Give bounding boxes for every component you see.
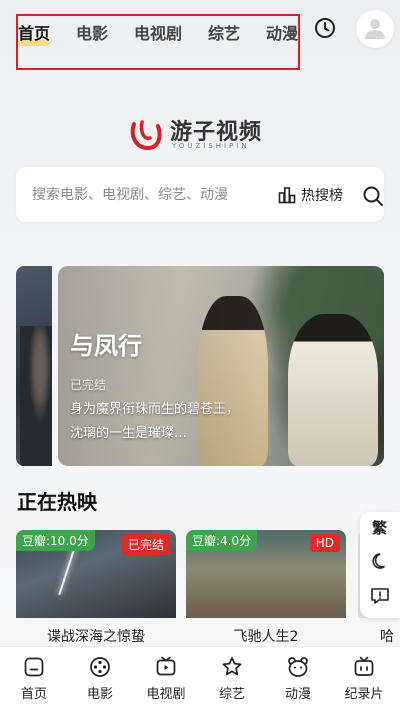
user-icon xyxy=(365,19,385,39)
banner-description: 身为魔界衔珠而生的碧苍王，沈璃的一生是璀璨… xyxy=(70,402,240,441)
hot-search-button[interactable]: 热搜榜 xyxy=(278,183,343,207)
movie-poster: 豆瓣:10.0分 已完结 xyxy=(16,530,176,618)
feedback-icon[interactable] xyxy=(370,586,390,606)
movie-card[interactable]: 豆瓣:10.0分 已完结 谍战深海之惊蛰 xyxy=(16,530,176,650)
poster-lightning xyxy=(58,546,76,596)
ranking-icon xyxy=(278,187,296,204)
tab-movie[interactable]: 电影 xyxy=(76,20,108,44)
tab-home[interactable]: 首页 xyxy=(18,20,51,46)
banner-slide[interactable]: 与凤行 已完结 身为魔界衔珠而生的碧苍王，沈璃的一生是璀璨… xyxy=(58,266,384,466)
bottom-nav-anime-label: 动漫 xyxy=(284,687,311,702)
bear-face-icon xyxy=(288,657,308,677)
movie-title: 谍战深海之惊蛰 xyxy=(47,629,145,645)
banner-image-figure xyxy=(288,314,378,466)
bottom-nav-movie[interactable]: 电影 xyxy=(67,655,133,702)
score-badge: 豆瓣:4.0分 xyxy=(186,530,258,551)
avatar[interactable] xyxy=(356,10,394,48)
hot-search-label: 热搜榜 xyxy=(301,188,343,204)
tab-anime[interactable]: 动漫 xyxy=(266,20,298,44)
side-toolbar: 繁 xyxy=(360,512,400,618)
movie-title: 哈 xyxy=(380,629,394,645)
movie-card[interactable]: 豆瓣:4.0分 HD 飞驰人生2 xyxy=(186,530,346,650)
bottom-nav-variety[interactable]: 综艺 xyxy=(199,655,265,702)
top-nav: 首页 电影 电视剧 综艺 动漫 xyxy=(0,0,400,70)
bottom-nav-variety-label: 综艺 xyxy=(218,687,245,702)
movie-poster: 豆瓣:4.0分 HD xyxy=(186,530,346,618)
home-icon xyxy=(24,657,44,677)
tv-box-icon xyxy=(354,656,374,676)
banner-previous-image xyxy=(20,326,52,466)
tab-tv-series[interactable]: 电视剧 xyxy=(134,20,182,44)
bottom-nav: 首页 电影 电视剧 综艺 动漫 纪录片 xyxy=(0,646,400,711)
search-input[interactable] xyxy=(32,184,262,206)
search-bar: 热搜榜 xyxy=(16,167,384,222)
search-icon[interactable] xyxy=(362,185,384,207)
film-reel-icon xyxy=(90,657,110,677)
bottom-nav-tv-series-label: 电视剧 xyxy=(146,687,186,702)
banner-title: 与凤行 xyxy=(70,332,142,360)
bottom-nav-documentary-label: 纪录片 xyxy=(344,687,384,702)
clock-icon[interactable] xyxy=(313,16,337,40)
category-tabs: 首页 电影 电视剧 综艺 动漫 xyxy=(16,14,300,70)
app-logo: 游子视频 YOUZISHIPIN xyxy=(128,112,278,156)
tv-icon xyxy=(156,656,176,676)
status-badge: 已完结 xyxy=(121,534,170,555)
bottom-nav-home-label: 首页 xyxy=(20,687,47,702)
banner-previous-slide[interactable] xyxy=(16,266,52,466)
logo-subtitle: YOUZISHIPIN xyxy=(172,142,250,150)
movie-title: 飞驰人生2 xyxy=(233,629,299,645)
banner-status: 已完结 xyxy=(70,378,107,392)
bottom-nav-movie-label: 电影 xyxy=(86,687,113,702)
tab-variety[interactable]: 综艺 xyxy=(208,20,240,44)
logo-mark-icon xyxy=(130,120,162,151)
moon-icon[interactable] xyxy=(371,552,389,570)
bottom-nav-documentary[interactable]: 纪录片 xyxy=(331,655,397,702)
section-title: 正在热映 xyxy=(17,490,97,514)
star-icon xyxy=(222,657,242,676)
quality-badge: HD xyxy=(309,534,340,552)
tab-home-label: 首页 xyxy=(18,24,51,43)
traditional-chinese-toggle[interactable]: 繁 xyxy=(372,517,387,538)
bottom-nav-tv-series[interactable]: 电视剧 xyxy=(133,655,199,702)
bottom-nav-anime[interactable]: 动漫 xyxy=(265,655,331,702)
score-badge: 豆瓣:10.0分 xyxy=(16,530,95,551)
bottom-nav-home[interactable]: 首页 xyxy=(1,655,67,702)
